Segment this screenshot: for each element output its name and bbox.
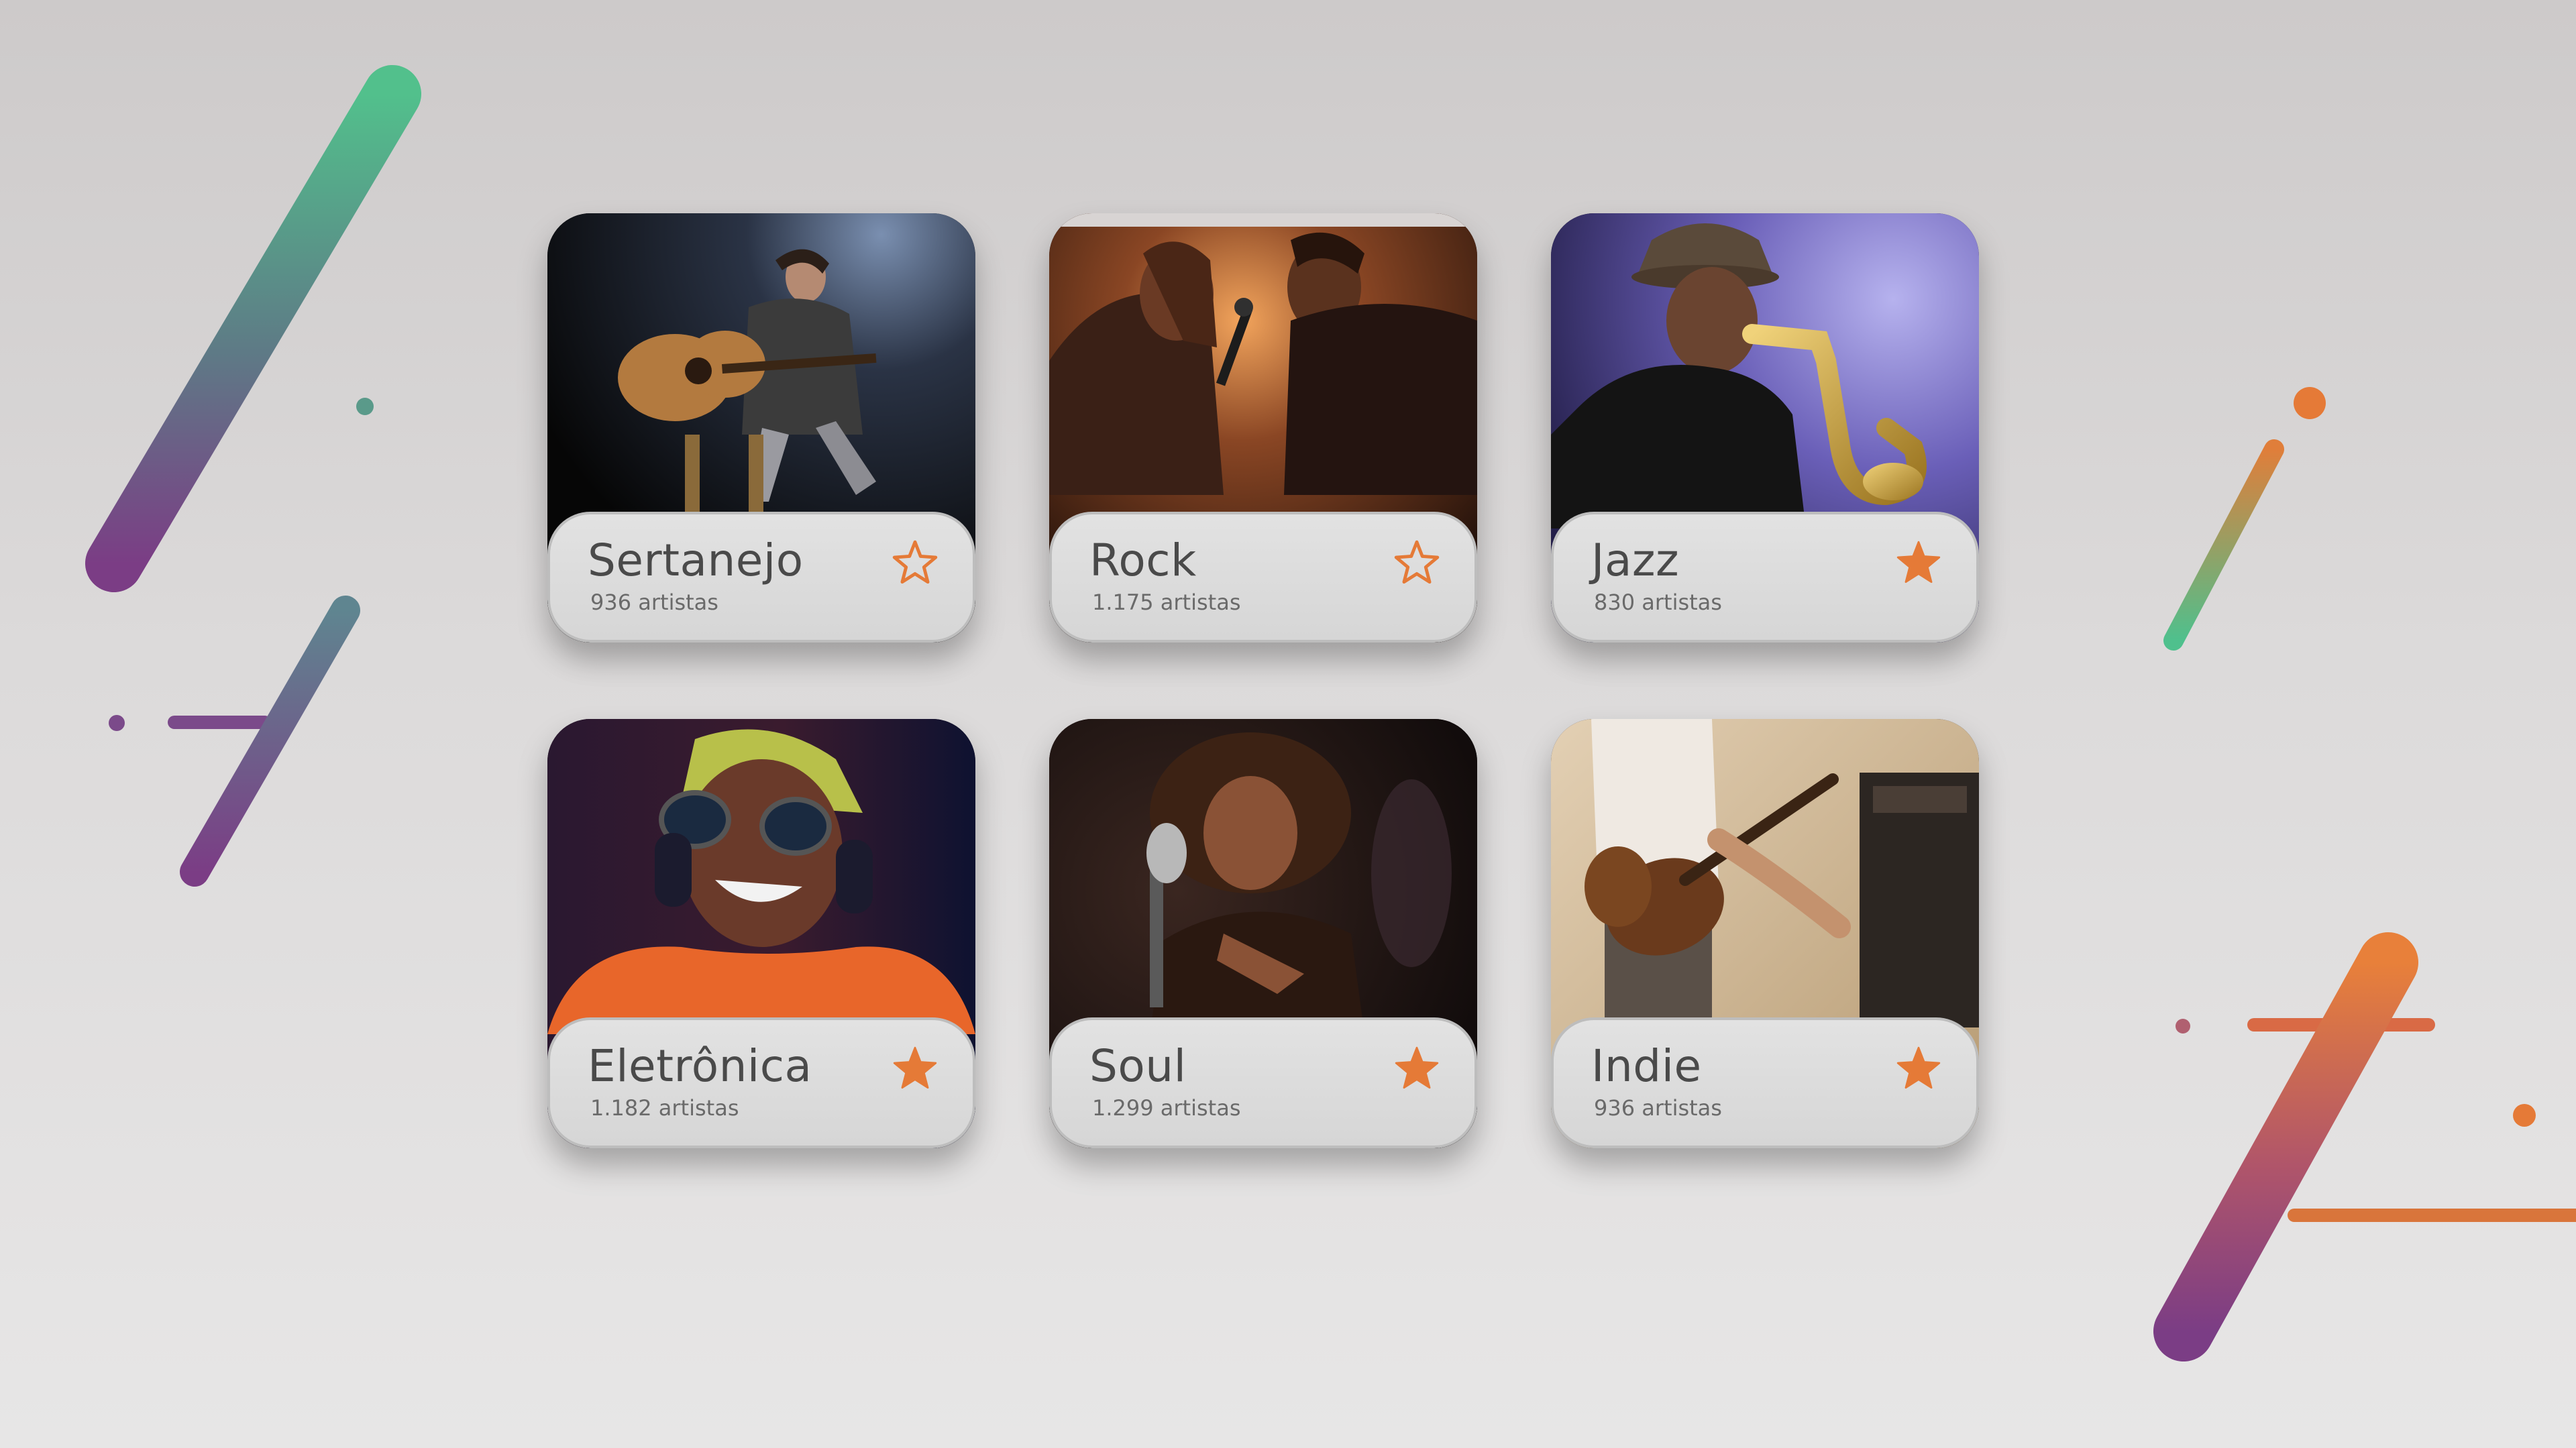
genre-card-rock[interactable]: Rock 1.175 artistas xyxy=(1049,213,1477,643)
favorite-button[interactable] xyxy=(1389,535,1445,591)
genre-label-panel: Jazz 830 artistas xyxy=(1551,512,1979,643)
favorite-button[interactable] xyxy=(887,1040,943,1097)
genre-label-panel: Eletrônica 1.182 artistas xyxy=(547,1017,975,1148)
artist-count: 936 artistas xyxy=(590,590,718,615)
genre-name: Sertanejo xyxy=(588,535,804,586)
artist-count: 936 artistas xyxy=(1594,1095,1722,1121)
star-filled-icon xyxy=(1896,541,1941,583)
genre-card-eletronica[interactable]: Eletrônica 1.182 artistas xyxy=(547,719,975,1148)
star-outline-icon xyxy=(1393,539,1440,586)
artist-count: 1.299 artistas xyxy=(1092,1095,1241,1121)
genre-name: Rock xyxy=(1089,535,1197,586)
star-filled-icon xyxy=(893,1046,937,1089)
genre-card-indie[interactable]: Indie 936 artistas xyxy=(1551,719,1979,1148)
artist-count: 830 artistas xyxy=(1594,590,1722,615)
star-filled-icon xyxy=(1395,1046,1439,1089)
genre-name: Soul xyxy=(1089,1040,1187,1092)
genre-name: Jazz xyxy=(1591,535,1680,586)
genre-label-panel: Rock 1.175 artistas xyxy=(1049,512,1477,643)
genre-label-panel: Soul 1.299 artistas xyxy=(1049,1017,1477,1148)
favorite-button[interactable] xyxy=(1890,1040,1947,1097)
artist-count: 1.175 artistas xyxy=(1092,590,1241,615)
star-filled-icon xyxy=(1896,1046,1941,1089)
genre-label-panel: Sertanejo 936 artistas xyxy=(547,512,975,643)
favorite-button[interactable] xyxy=(887,535,943,591)
genre-card-sertanejo[interactable]: Sertanejo 936 artistas xyxy=(547,213,975,643)
star-outline-icon xyxy=(892,539,938,586)
genre-name: Indie xyxy=(1591,1040,1702,1092)
genre-label-panel: Indie 936 artistas xyxy=(1551,1017,1979,1148)
genre-card-soul[interactable]: Soul 1.299 artistas xyxy=(1049,719,1477,1148)
favorite-button[interactable] xyxy=(1890,535,1947,591)
genre-name: Eletrônica xyxy=(588,1040,812,1092)
genre-card-jazz[interactable]: Jazz 830 artistas xyxy=(1551,213,1979,643)
artist-count: 1.182 artistas xyxy=(590,1095,739,1121)
favorite-button[interactable] xyxy=(1389,1040,1445,1097)
